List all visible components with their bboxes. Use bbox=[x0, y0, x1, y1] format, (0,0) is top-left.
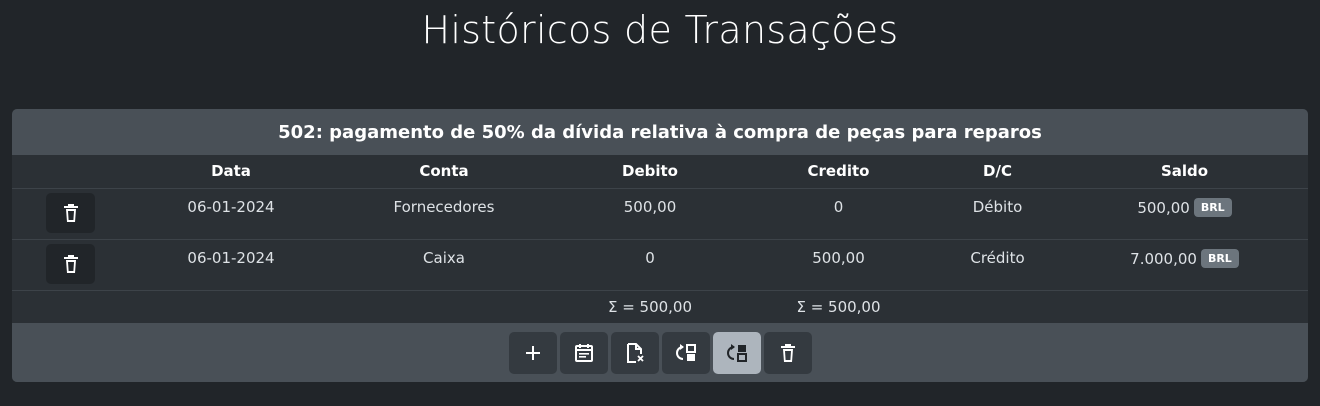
row-actions bbox=[12, 188, 131, 240]
cell-conta: Caixa bbox=[331, 239, 557, 291]
page-title: Históricos de Transações bbox=[421, 8, 899, 52]
swap-left-icon bbox=[675, 343, 696, 361]
cell-saldo: 7.000,00 BRL bbox=[1061, 239, 1308, 291]
file-delete-icon bbox=[626, 342, 644, 363]
currency-badge: BRL bbox=[1200, 248, 1239, 268]
cell-data: 06-01-2024 bbox=[131, 188, 331, 240]
cell-dc: Crédito bbox=[934, 239, 1061, 291]
column-header-actions bbox=[12, 155, 131, 189]
cell-debito: 0 bbox=[557, 239, 743, 291]
cell-dc: Débito bbox=[934, 188, 1061, 240]
saldo-value: 500,00 bbox=[1137, 198, 1190, 217]
total-credito: Σ = 500,00 bbox=[796, 297, 881, 316]
column-header-credito: Credito bbox=[743, 155, 934, 189]
column-header-debito: Debito bbox=[557, 155, 743, 189]
cell-debito: 500,00 bbox=[557, 188, 743, 240]
delete-row-button[interactable] bbox=[46, 243, 95, 284]
total-debito: Σ = 500,00 bbox=[607, 297, 693, 316]
table-header-row: Data Conta Debito Credito D/C Saldo bbox=[12, 155, 1308, 189]
cell-data: 06-01-2024 bbox=[131, 239, 331, 291]
currency-badge: BRL bbox=[1193, 197, 1232, 217]
transaction-header: 502: pagamento de 50% da dívida relativa… bbox=[12, 109, 1308, 155]
trash-icon bbox=[63, 254, 78, 273]
totals-row: Σ = 500,00 Σ = 500,00 bbox=[12, 290, 1308, 323]
trash-icon bbox=[780, 343, 795, 362]
cell-credito: 0 bbox=[743, 188, 934, 240]
delete-transaction-button[interactable] bbox=[763, 331, 812, 374]
cell-conta: Fornecedores bbox=[331, 188, 557, 240]
plus-icon bbox=[525, 345, 540, 360]
file-delete-button[interactable] bbox=[610, 331, 659, 374]
calendar-icon bbox=[574, 343, 593, 362]
transactions-table: Data Conta Debito Credito D/C Saldo 06-0… bbox=[12, 155, 1308, 323]
cell-saldo: 500,00 BRL bbox=[1061, 188, 1308, 240]
card-toolbar bbox=[12, 323, 1308, 382]
column-header-conta: Conta bbox=[331, 155, 557, 189]
row-actions bbox=[12, 239, 131, 291]
trash-icon bbox=[63, 203, 78, 222]
column-header-dc: D/C bbox=[934, 155, 1061, 189]
cell-credito: 500,00 bbox=[743, 239, 934, 291]
add-entry-button[interactable] bbox=[508, 331, 557, 374]
table-row: 06-01-2024 Fornecedores 500,00 0 Débito … bbox=[12, 188, 1308, 240]
delete-row-button[interactable] bbox=[46, 192, 95, 233]
calendar-button[interactable] bbox=[559, 331, 608, 374]
swap-right-button[interactable] bbox=[712, 331, 761, 374]
table-row: 06-01-2024 Caixa 0 500,00 Crédito 7.000,… bbox=[12, 239, 1308, 291]
swap-right-icon bbox=[726, 343, 747, 362]
column-header-saldo: Saldo bbox=[1061, 155, 1308, 189]
transaction-card: 502: pagamento de 50% da dívida relativa… bbox=[12, 109, 1308, 382]
swap-left-button[interactable] bbox=[661, 331, 710, 374]
column-header-data: Data bbox=[131, 155, 331, 189]
saldo-value: 7.000,00 bbox=[1130, 249, 1197, 268]
